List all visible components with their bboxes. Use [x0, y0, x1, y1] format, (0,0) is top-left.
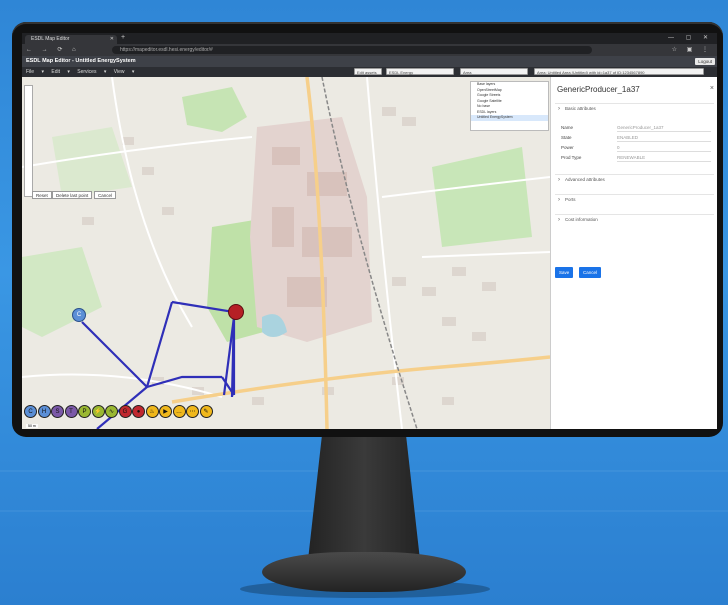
browser-tab[interactable]: ESDL Map Editor ✕ — [25, 35, 117, 44]
field-label: Name — [561, 125, 574, 130]
cable-icon[interactable]: ∿ — [105, 405, 118, 418]
field-label: State — [561, 135, 572, 140]
panel-title: GenericProducer_1a37 — [557, 85, 640, 94]
section-basic-attributes[interactable]: Basic attributes — [555, 103, 714, 114]
window-controls[interactable]: — ▢ ✕ — [668, 34, 713, 41]
layer-select[interactable]: ESDL Energy — [386, 68, 454, 75]
storage-icon[interactable]: S — [51, 405, 64, 418]
conversion-icon[interactable]: T — [64, 405, 78, 418]
field-state: State ENABLED — [561, 135, 711, 142]
pipe-icon[interactable]: P — [78, 405, 91, 418]
field-name: Name GenericProducer_1a37 — [561, 125, 711, 132]
tab-title: ESDL Map Editor — [31, 36, 70, 42]
menu-services[interactable]: Services ▾ — [77, 69, 106, 75]
tab-close-icon[interactable]: ✕ — [110, 35, 114, 44]
map-canvas[interactable]: Reset Delete last point Cancel C Base la… — [22, 77, 550, 429]
dots-icon[interactable]: ⋯ — [186, 405, 199, 418]
energysystem-select[interactable]: Area: Untitled Area (Untitled) with id=1… — [534, 68, 704, 75]
map-scale: 50 m — [26, 424, 38, 428]
browser-tab-bar: ESDL Map Editor ✕ + — ▢ ✕ — [22, 33, 717, 44]
menu-bar: File ▾ Edit ▾ Services ▾ View ▾ Edit ass… — [22, 67, 717, 77]
browser-address-bar: ← → ⟳ ⌂ https://mapeditor.esdl.hesi.ener… — [22, 44, 717, 56]
asset-properties-panel: GenericProducer_1a37 × Basic attributes … — [550, 77, 717, 429]
reset-button[interactable]: Reset — [32, 191, 52, 199]
pencil-icon[interactable]: ✎ — [199, 405, 213, 418]
cancel-draw-button[interactable]: Cancel — [94, 191, 117, 199]
logout-button[interactable]: Logout — [695, 58, 715, 65]
state-select[interactable]: ENABLED — [617, 135, 711, 142]
consumer-marker[interactable]: C — [72, 308, 86, 322]
menu-items[interactable]: File ▾ Edit ▾ Services ▾ View ▾ — [26, 69, 134, 75]
menu-file[interactable]: File ▾ — [26, 69, 44, 75]
nav-buttons[interactable]: ← → ⟳ ⌂ — [26, 46, 80, 53]
close-icon[interactable]: × — [710, 85, 714, 92]
field-label: Prod Type — [561, 155, 582, 160]
transport-icon[interactable]: ⚡ — [91, 405, 105, 418]
generic-producer-marker[interactable] — [228, 304, 244, 320]
layer-item[interactable]: Untitled EnergySystem — [471, 115, 548, 121]
section-ports[interactable]: Ports — [555, 194, 714, 205]
monitor-stand-neck — [308, 437, 420, 555]
consumer-icon[interactable]: C — [24, 405, 37, 418]
section-cost-information[interactable]: Cost information — [555, 214, 714, 225]
layer-control[interactable]: Base layers OpenStreetMap Google Streets… — [470, 81, 549, 131]
menu-view[interactable]: View ▾ — [114, 69, 135, 75]
delete-last-point-button[interactable]: Delete last point — [52, 191, 93, 199]
power-input[interactable]: 0 — [617, 145, 711, 152]
generic-producer-icon[interactable]: ● — [132, 405, 145, 418]
app-title: ESDL Map Editor - Untitled EnergySystem — [26, 58, 136, 64]
save-button[interactable]: Save — [555, 267, 574, 278]
monitor-screen: ESDL Map Editor ✕ + — ▢ ✕ ← → ⟳ ⌂ https:… — [22, 33, 717, 429]
menu-edit[interactable]: Edit ▾ — [51, 69, 70, 75]
field-prod-type: Prod Type RENEWABLE — [561, 155, 711, 162]
name-input[interactable]: GenericProducer_1a37 — [617, 125, 711, 132]
producer-icon[interactable]: G — [118, 405, 132, 418]
app-header: ESDL Map Editor - Untitled EnergySystem … — [22, 56, 717, 67]
more-icon[interactable]: … — [172, 405, 186, 418]
extensions-icon[interactable]: ☆ ▣ ⋮ — [672, 46, 712, 53]
flame-icon[interactable]: ♨ — [145, 405, 159, 418]
map-draw-toolbar[interactable] — [24, 85, 33, 197]
section-advanced-attributes[interactable]: Advanced attributes — [555, 174, 714, 185]
field-power: Power 0 — [561, 145, 711, 152]
edit-assets-button[interactable]: Edit assets — [354, 68, 382, 75]
url-field[interactable]: https://mapeditor.esdl.hesi.energy/edito… — [112, 46, 592, 54]
plus-icon[interactable]: + — [121, 34, 125, 41]
monitor-stand-base — [262, 552, 466, 592]
heat-pump-icon[interactable]: H — [37, 405, 51, 418]
cancel-button[interactable]: Cancel — [579, 267, 602, 278]
field-label: Power — [561, 145, 574, 150]
play-icon[interactable]: ▶ — [159, 405, 172, 418]
prod-type-select[interactable]: RENEWABLE — [617, 155, 711, 162]
area-select[interactable]: Area — [460, 68, 528, 75]
